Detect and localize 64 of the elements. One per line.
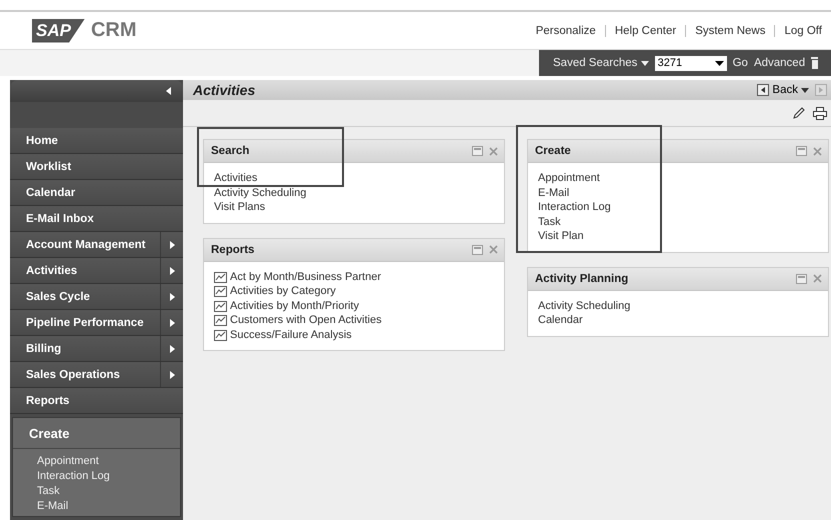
panel-link[interactable]: E-Mail	[538, 186, 570, 200]
report-link[interactable]: Activities by Month/Priority	[214, 300, 359, 313]
print-icon[interactable]	[813, 106, 827, 120]
advanced-link[interactable]: Advanced	[754, 57, 806, 69]
sap-crm-logo: SAP CRM	[32, 18, 137, 42]
submenu-arrow-icon[interactable]	[170, 266, 174, 274]
panel-title: Create	[535, 145, 571, 157]
header-link[interactable]: Personalize	[526, 24, 605, 36]
page-title: Activities	[193, 82, 256, 98]
report-link[interactable]: Activities by Category	[214, 285, 336, 298]
panel-link[interactable]: Activities	[214, 172, 258, 186]
dropdown-icon	[714, 60, 724, 66]
report-link[interactable]: Success/Failure Analysis	[214, 328, 352, 342]
submenu-arrow-icon[interactable]	[170, 292, 174, 300]
header-link[interactable]: Log Off	[774, 24, 831, 36]
submenu-arrow-icon[interactable]	[170, 344, 174, 352]
chart-icon	[214, 300, 227, 312]
panel-link[interactable]: Visit Plans	[214, 201, 266, 214]
create-link[interactable]: Task	[37, 485, 60, 497]
panel-title: Search	[211, 145, 250, 157]
nav-item[interactable]: Pipeline Performance	[10, 310, 183, 336]
collapse-icon[interactable]	[166, 87, 171, 95]
panel-title: Reports	[211, 244, 254, 256]
panel-link[interactable]: Activity Scheduling	[538, 300, 630, 313]
caret-icon	[801, 88, 809, 92]
create-link[interactable]: E-Mail	[37, 500, 68, 512]
saved-searches-menu[interactable]: Saved Searches	[553, 57, 649, 69]
chart-icon	[214, 272, 227, 283]
nav-item[interactable]: Calendar	[10, 180, 183, 206]
panel-link[interactable]: Appointment	[538, 172, 600, 186]
saved-search-dropdown[interactable]: 3271	[654, 56, 727, 70]
panel-title: Activity Planning	[535, 272, 628, 284]
chart-icon	[214, 330, 227, 341]
panel-link[interactable]: Task	[538, 216, 561, 229]
submenu-arrow-icon[interactable]	[170, 370, 174, 378]
nav-item[interactable]: Home	[10, 128, 183, 154]
nav-item[interactable]: Sales Cycle	[10, 284, 183, 310]
nav-item[interactable]: Worklist	[10, 154, 183, 180]
report-link[interactable]: Act by Month/Business Partner	[214, 270, 382, 284]
chart-icon	[214, 286, 227, 298]
panel-link[interactable]: Interaction Log	[538, 201, 611, 214]
caret-icon	[640, 61, 649, 66]
header-link[interactable]: Help Center	[604, 24, 686, 36]
report-link[interactable]: Customers with Open Activities	[214, 314, 382, 328]
nav-item[interactable]: Billing	[10, 336, 183, 362]
nav-item[interactable]: Activities	[10, 258, 183, 284]
panel-link[interactable]: Activity Scheduling	[214, 186, 306, 200]
nav-item[interactable]: Account Management	[10, 232, 183, 258]
chart-icon	[214, 315, 227, 326]
header-link[interactable]: System News	[685, 24, 774, 36]
go-link[interactable]: Go	[732, 57, 748, 69]
create-link[interactable]: Appointment	[37, 455, 99, 467]
create-title: Create	[13, 418, 180, 449]
submenu-arrow-icon[interactable]	[170, 240, 174, 248]
nav-item[interactable]: Sales Operations	[10, 362, 183, 388]
trash-icon[interactable]	[811, 57, 818, 69]
nav-item[interactable]: Reports	[10, 388, 183, 414]
back-button[interactable]: Back	[757, 84, 809, 96]
pencil-icon[interactable]	[792, 106, 805, 120]
submenu-arrow-icon[interactable]	[170, 318, 174, 326]
create-link[interactable]: Interaction Log	[37, 470, 110, 482]
nav-item[interactable]: E-Mail Inbox	[10, 206, 183, 232]
panel-link[interactable]: Calendar	[538, 314, 583, 328]
panel-link[interactable]: Visit Plan	[538, 230, 584, 244]
